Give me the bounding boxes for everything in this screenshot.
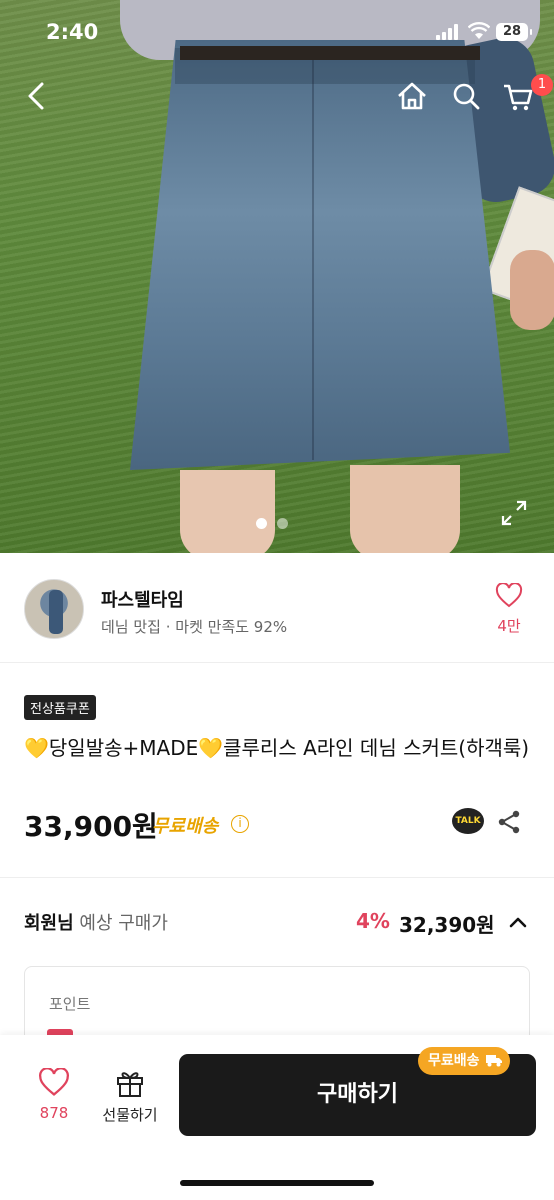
truck-icon (485, 1055, 502, 1067)
gallery-pagination (256, 514, 298, 533)
photo-seam (312, 60, 314, 460)
points-label: 포인트 (49, 995, 91, 1013)
product-title: 💛당일발송+MADE💛클루리스 A라인 데님 스커트(하객룩) (24, 736, 530, 760)
wishlist-button[interactable]: 878 (30, 1067, 78, 1122)
search-icon[interactable] (446, 76, 486, 116)
seller-like-button[interactable]: 4만 (490, 582, 528, 636)
info-icon[interactable]: i (231, 815, 249, 833)
bottom-action-bar: 878 선물하기 구매하기 무료배송 (0, 1035, 554, 1200)
member-label-text: 예상 구매가 (73, 913, 168, 934)
member-price-value: 32,390원 (399, 913, 495, 937)
photo-leg-left (180, 470, 275, 553)
signal-icon (436, 24, 462, 40)
seller-like-count: 4만 (497, 617, 521, 635)
share-icon[interactable] (496, 809, 522, 835)
wifi-icon (468, 22, 490, 39)
home-icon[interactable] (392, 76, 432, 116)
gallery-dot[interactable] (277, 518, 288, 529)
free-shipping-label: 무료배송 (152, 816, 219, 837)
member-label-bold: 회원님 (24, 913, 74, 934)
chevron-up-icon[interactable] (508, 912, 528, 932)
seller-name[interactable]: 파스텔타임 (101, 586, 184, 612)
coupon-badge: 전상품쿠폰 (24, 695, 96, 720)
photo-hand (510, 250, 554, 330)
gift-label: 선물하기 (102, 1106, 158, 1124)
cart-count-badge: 1 (531, 74, 553, 96)
status-time: 2:40 (46, 20, 99, 44)
product-price: 33,900원 (24, 810, 158, 843)
status-bar: 2:40 28 (0, 0, 554, 60)
divider (0, 877, 554, 878)
photo-leg-right (350, 465, 460, 553)
heart-icon (39, 1067, 69, 1096)
back-icon[interactable] (16, 76, 56, 116)
wishlist-count: 878 (39, 1104, 69, 1122)
free-shipping-badge: 무료배송 (418, 1047, 510, 1075)
expand-icon[interactable] (500, 499, 528, 527)
member-discount: 4% (356, 909, 390, 933)
seller-description: 데님 맛집 · 마켓 만족도 92% (101, 618, 288, 636)
home-indicator (180, 1180, 374, 1186)
seller-section[interactable]: 파스텔타임 데님 맛집 · 마켓 만족도 92% 4만 (0, 553, 554, 663)
battery-icon: 28 (496, 23, 532, 41)
talk-icon[interactable]: TALK (452, 808, 484, 834)
heart-icon (495, 582, 523, 608)
member-price-label: 회원님 예상 구매가 (24, 909, 168, 935)
seller-avatar[interactable] (24, 579, 84, 639)
gallery-dot-active[interactable] (256, 518, 267, 529)
free-shipping-badge-label: 무료배송 (428, 1053, 480, 1069)
gift-icon (117, 1072, 143, 1097)
gift-button[interactable]: 선물하기 (96, 1068, 164, 1125)
